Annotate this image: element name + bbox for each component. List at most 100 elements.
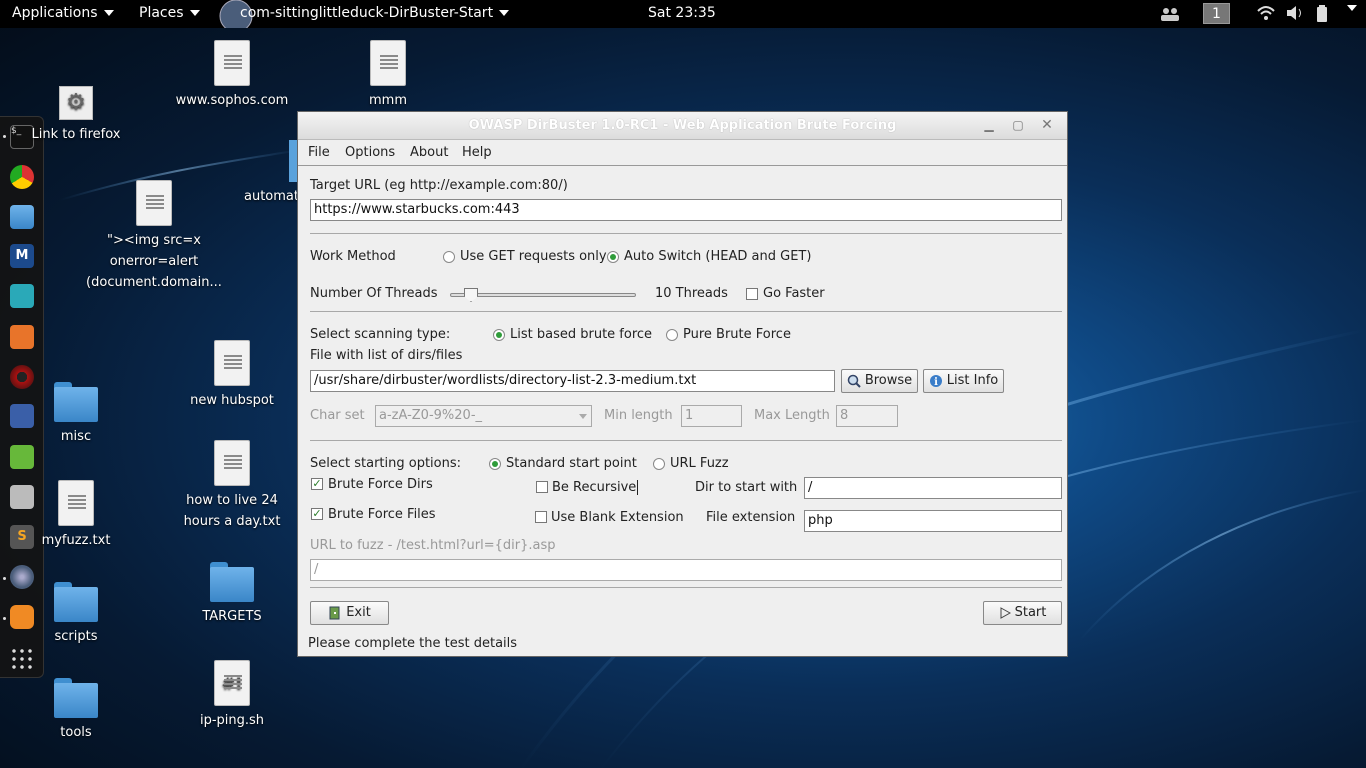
desktop-icon-misc[interactable]: misc xyxy=(46,382,106,447)
desktop-icon-mmm[interactable]: mmm xyxy=(348,40,428,111)
script-icon: #! xyxy=(214,660,250,706)
chat-status-icon[interactable] xyxy=(1160,6,1180,26)
places-menu[interactable]: Places xyxy=(139,5,200,21)
start-options-label: Select starting options: xyxy=(310,456,462,471)
maltego-icon[interactable] xyxy=(10,365,34,389)
desktop-icon-label: www.sophos.com xyxy=(175,93,289,108)
scan-type-label: Select scanning type: xyxy=(310,327,451,342)
url-fuzz-input[interactable]: / xyxy=(310,559,1062,581)
close-button[interactable]: ✕ xyxy=(1036,116,1058,134)
go-faster-checkbox[interactable] xyxy=(746,288,758,300)
max-length-input[interactable]: 8 xyxy=(836,405,898,427)
radio-auto-switch[interactable] xyxy=(607,251,619,263)
radio-auto-switch-label: Auto Switch (HEAD and GET) xyxy=(624,249,812,264)
charset-value: a-zA-Z0-9%20-_ xyxy=(379,408,483,423)
brute-force-dirs-checkbox[interactable]: ✓ xyxy=(311,478,323,490)
chevron-down-icon xyxy=(103,10,114,16)
active-app-label: com-sittinglittleduck-DirBuster-Start xyxy=(240,5,494,21)
blank-extension-checkbox[interactable] xyxy=(535,511,547,523)
brute-force-files-checkbox[interactable]: ✓ xyxy=(311,508,323,520)
system-menu-arrow[interactable] xyxy=(1341,0,1357,16)
url-fuzz-label: URL to fuzz - /test.html?url={dir}.asp xyxy=(310,538,556,553)
radio-get-only[interactable] xyxy=(443,251,455,263)
desktop-icon-xss-file[interactable]: "><img src=x onerror=alert (document.dom… xyxy=(84,180,224,293)
radio-standard-start[interactable] xyxy=(489,458,501,470)
desktop-icon-myfuzz[interactable]: myfuzz.txt xyxy=(36,480,116,551)
maximize-button[interactable]: ▢ xyxy=(1007,116,1029,134)
desktop-icon-tools[interactable]: tools xyxy=(46,678,106,743)
show-apps-icon[interactable] xyxy=(10,647,34,671)
desktop-icon-label: Link to firefox xyxy=(31,127,121,142)
file-extension-input[interactable]: php xyxy=(804,510,1062,532)
places-label: Places xyxy=(139,5,184,21)
menu-help[interactable]: Help xyxy=(462,145,492,160)
desktop-icon-ip-ping[interactable]: #! ip-ping.sh xyxy=(192,660,272,731)
go-faster-label: Go Faster xyxy=(763,286,825,301)
min-length-input[interactable]: 1 xyxy=(681,405,742,427)
minimize-button[interactable]: ▁ xyxy=(978,116,1000,134)
notes-icon[interactable] xyxy=(10,445,34,469)
browse-button[interactable]: Browse xyxy=(841,369,918,393)
radio-list-based[interactable] xyxy=(493,329,505,341)
file-list-input[interactable]: /usr/share/dirbuster/wordlists/directory… xyxy=(310,370,835,392)
desktop-icon-label: misc xyxy=(60,429,92,444)
desktop-icon-sophos[interactable]: www.sophos.com xyxy=(172,40,292,111)
window-titlebar[interactable]: OWASP DirBuster 1.0-RC1 - Web Applicatio… xyxy=(298,112,1067,140)
threads-value: 10 Threads xyxy=(655,286,728,301)
applications-menu[interactable]: Applications xyxy=(12,5,114,21)
menu-about[interactable]: About xyxy=(410,145,448,160)
owasp-zap-icon[interactable] xyxy=(10,404,34,428)
metasploit-icon[interactable]: M xyxy=(10,244,34,268)
battery-icon[interactable] xyxy=(1316,5,1328,27)
favorites-dock: $_ M S xyxy=(0,116,44,678)
slider-thumb[interactable] xyxy=(464,288,478,302)
radio-url-fuzz[interactable] xyxy=(653,458,665,470)
brute-force-dirs-label: Brute Force Dirs xyxy=(328,477,433,492)
armitage-icon[interactable] xyxy=(10,284,34,308)
desktop-icon-firefox-link[interactable]: ⚙ Link to firefox xyxy=(26,86,126,145)
wifi-icon[interactable] xyxy=(1256,5,1276,25)
workspace-indicator[interactable]: 1 xyxy=(1203,3,1230,24)
dirbuster-icon[interactable] xyxy=(10,565,34,589)
desktop-icon-scripts[interactable]: scripts xyxy=(46,582,106,647)
divider xyxy=(310,311,1062,312)
gear-icon: ⚙ xyxy=(59,86,93,120)
screenshot-icon[interactable] xyxy=(10,485,34,509)
applications-label: Applications xyxy=(12,5,98,21)
blank-extension-label: Use Blank Extension xyxy=(551,510,684,525)
file-list-label: File with list of dirs/files xyxy=(310,348,463,363)
volume-icon[interactable] xyxy=(1285,5,1305,25)
menu-options[interactable]: Options xyxy=(345,145,395,160)
exit-button[interactable]: Exit xyxy=(310,601,389,625)
charset-select[interactable]: a-zA-Z0-9%20-_ xyxy=(375,405,592,427)
desktop-icon-automat[interactable]: automat xyxy=(244,140,304,207)
radio-get-only-label: Use GET requests only xyxy=(460,249,607,264)
be-recursive-checkbox[interactable] xyxy=(536,481,548,493)
desktop-icon-targets[interactable]: TARGETS xyxy=(192,562,272,627)
dir-start-input[interactable]: / xyxy=(804,477,1062,499)
play-icon xyxy=(1000,606,1011,619)
burpsuite-icon[interactable] xyxy=(10,325,34,349)
start-button[interactable]: Start xyxy=(983,601,1062,625)
target-url-input[interactable]: https://www.starbucks.com:443 xyxy=(310,199,1062,221)
menu-file[interactable]: File xyxy=(308,145,330,160)
desktop-icon-label: "><img src=x onerror=alert (document.dom… xyxy=(86,233,222,290)
document-icon xyxy=(370,40,406,86)
work-method-label: Work Method xyxy=(310,249,396,264)
list-info-button[interactable]: i List Info xyxy=(923,369,1004,393)
desktop-icon-how-to-live[interactable]: how to live 24 hours a day.txt xyxy=(177,440,287,532)
divider xyxy=(310,233,1062,234)
app-icon[interactable] xyxy=(10,605,34,629)
document-icon xyxy=(136,180,172,226)
min-length-label: Min length xyxy=(604,408,673,423)
brute-force-files-label: Brute Force Files xyxy=(328,507,436,522)
exit-door-icon xyxy=(329,606,340,619)
sublime-icon[interactable]: S xyxy=(10,525,34,549)
chrome-icon[interactable] xyxy=(10,165,34,189)
clock[interactable]: Sat 23:35 xyxy=(648,5,716,21)
radio-pure-brute[interactable] xyxy=(666,329,678,341)
threads-slider[interactable] xyxy=(450,288,636,302)
desktop-icon-new-hubspot[interactable]: new hubspot xyxy=(182,340,282,411)
folder-icon xyxy=(54,582,98,622)
files-icon[interactable] xyxy=(10,205,34,229)
